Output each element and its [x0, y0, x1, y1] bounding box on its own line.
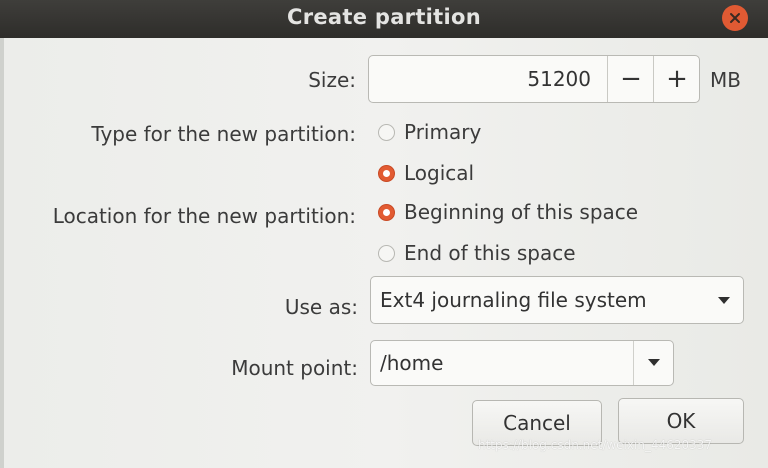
mount-point-dropdown-button[interactable]	[633, 341, 674, 385]
location-label: Location for the new partition:	[52, 204, 356, 228]
radio-indicator	[378, 123, 395, 141]
partition-type-label: Type for the new partition:	[91, 122, 356, 146]
create-partition-dialog: Size: − + MB Type for the new partition:…	[4, 38, 768, 468]
mount-point-combo: /home	[370, 340, 674, 386]
radio-end-label: End of this space	[404, 241, 576, 265]
size-unit-label: MB	[710, 68, 741, 92]
radio-indicator	[378, 203, 395, 221]
size-decrement-button[interactable]: −	[607, 56, 654, 102]
watermark-text: https://blog.csdn.net/weixin_44620337	[478, 438, 713, 452]
use-as-label: Use as:	[284, 295, 358, 319]
mount-point-value[interactable]: /home	[380, 341, 443, 385]
radio-beginning-label: Beginning of this space	[404, 200, 639, 224]
title-bar: Create partition	[0, 0, 768, 38]
use-as-dropdown[interactable]: Ext4 journaling file system	[370, 276, 744, 324]
size-spinbox: − +	[368, 55, 700, 103]
radio-logical[interactable]: Logical	[378, 161, 474, 185]
radio-end-of-space[interactable]: End of this space	[378, 241, 576, 265]
window-title: Create partition	[287, 5, 481, 29]
close-icon	[730, 13, 740, 23]
size-label: Size:	[308, 68, 356, 92]
size-input[interactable]	[369, 56, 605, 102]
chevron-down-icon	[718, 297, 730, 304]
radio-primary-label: Primary	[404, 120, 482, 144]
use-as-value: Ext4 journaling file system	[380, 288, 647, 312]
radio-primary[interactable]: Primary	[378, 120, 481, 144]
radio-indicator	[378, 164, 395, 182]
radio-indicator	[378, 244, 395, 262]
size-increment-button[interactable]: +	[653, 56, 700, 102]
chevron-down-icon	[648, 359, 660, 366]
close-button[interactable]	[722, 5, 748, 31]
radio-beginning-of-space[interactable]: Beginning of this space	[378, 200, 638, 224]
radio-logical-label: Logical	[404, 161, 475, 185]
mount-point-label: Mount point:	[231, 356, 358, 380]
